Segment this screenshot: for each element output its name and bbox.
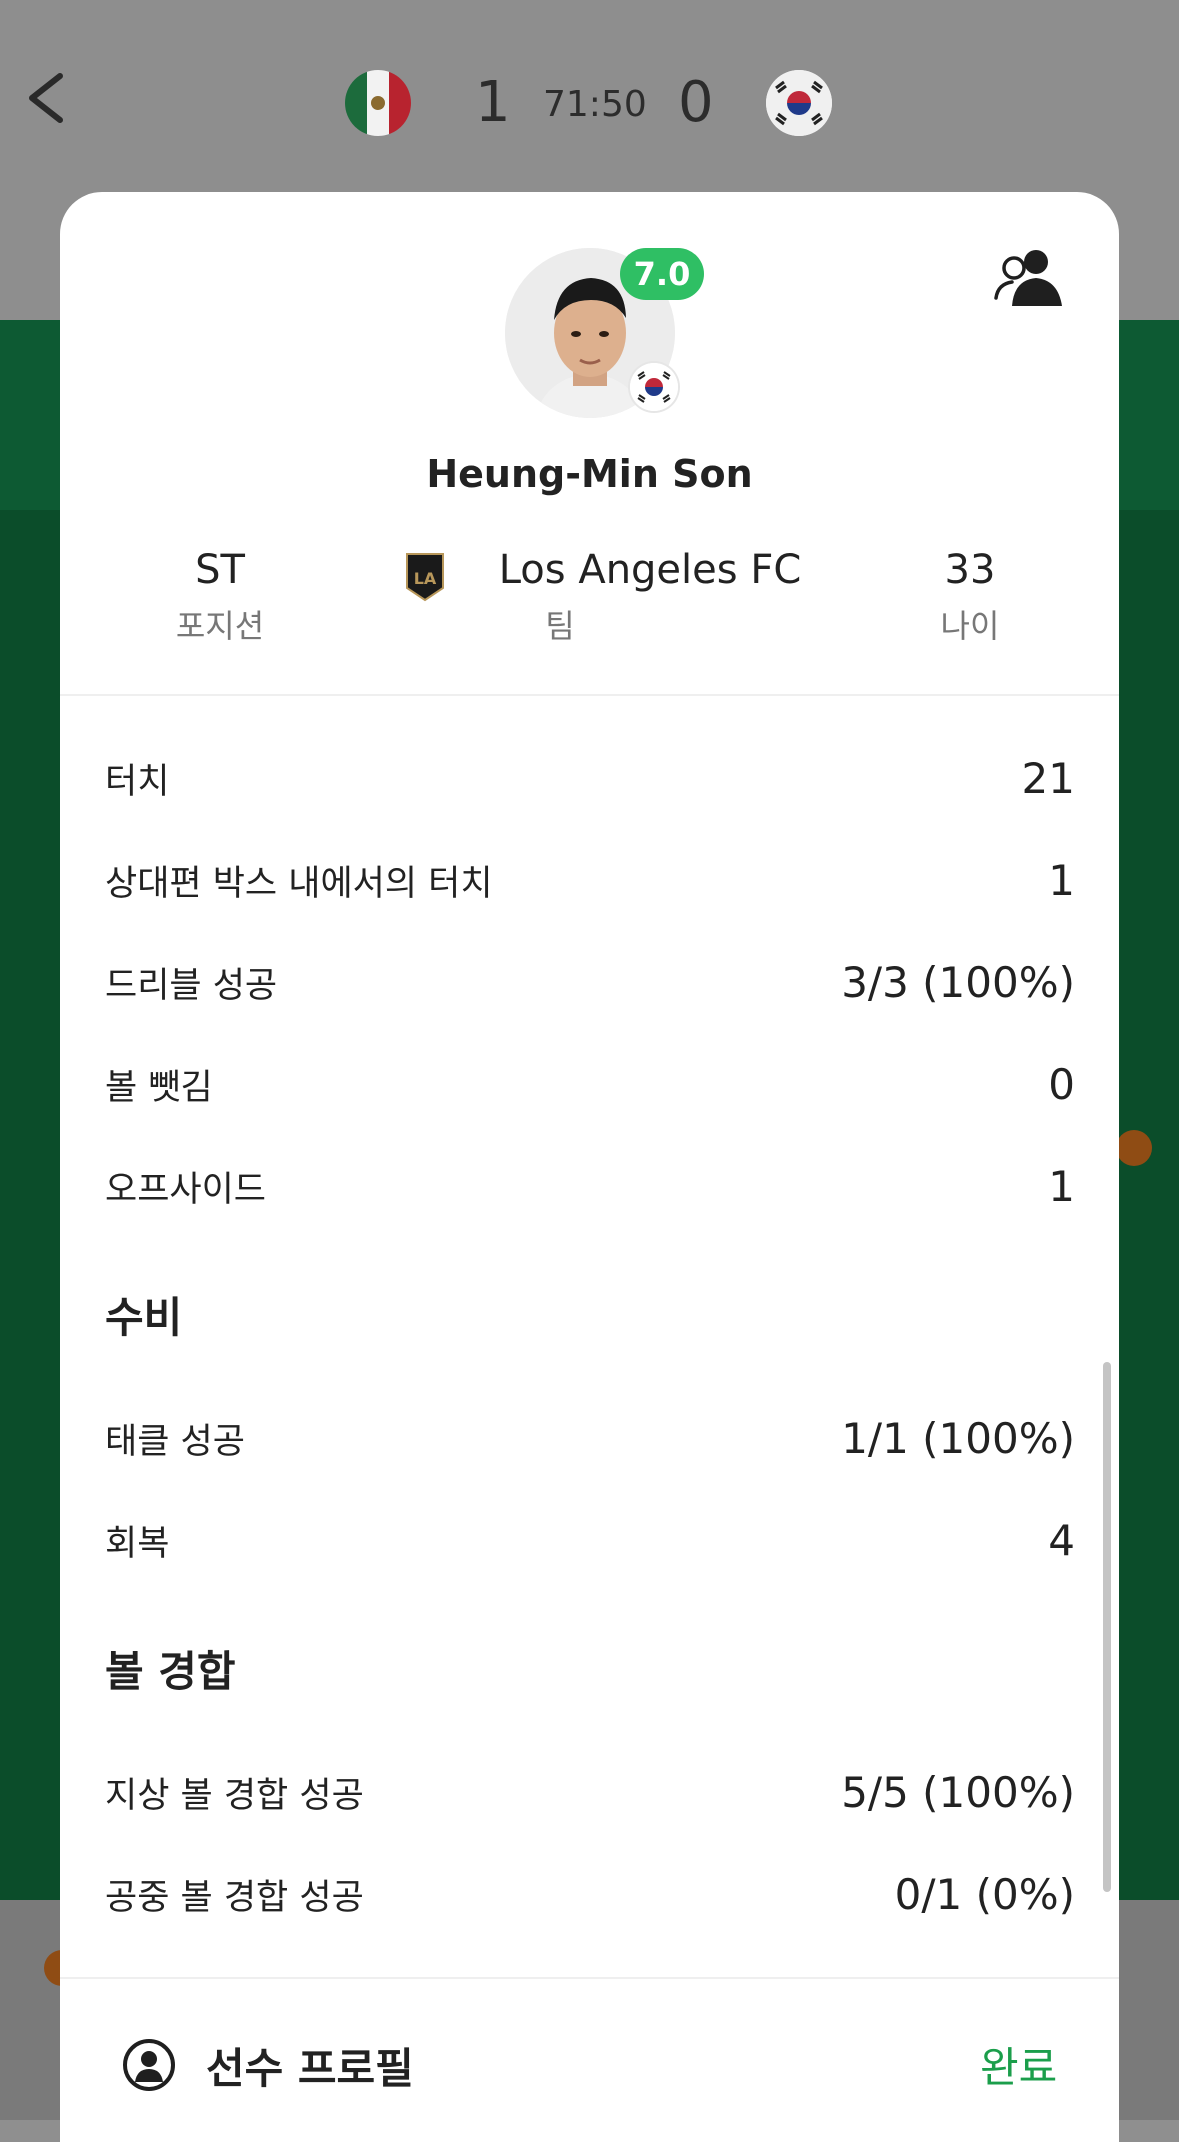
stat-value: 4 <box>1048 1515 1075 1565</box>
stat-value: 3/3 (100%) <box>841 957 1075 1007</box>
team-info[interactable]: Los Angeles FC 팀 <box>470 547 830 647</box>
player-profile-button[interactable]: 선수 프로필 <box>122 2032 414 2098</box>
stat-row: 터치 21 <box>105 748 1075 808</box>
lafc-logo-icon[interactable]: LA <box>405 552 445 602</box>
team-value: Los Angeles FC <box>498 547 802 593</box>
stat-row: 회복 4 <box>105 1510 1075 1570</box>
stat-row: 태클 성공 1/1 (100%) <box>105 1408 1075 1468</box>
team-label: 팀 <box>545 607 575 645</box>
player-profile-label: 선수 프로필 <box>206 2043 414 2093</box>
stat-row: 볼 뺏김 0 <box>105 1054 1075 1114</box>
stat-row: 오프사이드 1 <box>105 1156 1075 1216</box>
south-korea-flag-icon <box>766 70 832 136</box>
match-clock: 71:50 <box>543 84 647 125</box>
stat-label: 태클 성공 <box>105 1421 245 1462</box>
player-rating-badge: 7.0 <box>620 248 704 300</box>
stat-label: 회복 <box>105 1523 170 1564</box>
stat-label: 볼 뺏김 <box>105 1067 213 1108</box>
player-marker <box>1116 1130 1152 1166</box>
stat-row: 공중 볼 경합 성공 0/1 (0%) <box>105 1864 1075 1924</box>
age-info: 33 나이 <box>910 547 1030 647</box>
player-profile-switch-icon[interactable] <box>992 246 1068 310</box>
south-korea-flag-icon <box>630 363 678 411</box>
svg-text:LA: LA <box>414 569 437 588</box>
player-stats-sheet: 7.0 Heung-Min Son ST 포지션 LA Los Angeles … <box>60 192 1119 2142</box>
stat-label: 공중 볼 경합 성공 <box>105 1877 364 1918</box>
section-title-duels: 볼 경합 <box>105 1647 236 1696</box>
away-score: 0 <box>678 70 714 135</box>
section-title-defense: 수비 <box>105 1293 183 1342</box>
stat-row: 상대편 박스 내에서의 터치 1 <box>105 850 1075 910</box>
divider <box>60 1977 1119 1979</box>
stat-value: 0/1 (0%) <box>894 1869 1075 1919</box>
home-score: 1 <box>475 70 511 135</box>
back-arrow-icon[interactable] <box>20 68 80 128</box>
stat-value: 21 <box>1021 753 1075 803</box>
stat-row: 드리블 성공 3/3 (100%) <box>105 952 1075 1012</box>
scrollbar[interactable] <box>1103 1362 1111 1892</box>
position-value: ST <box>195 547 245 593</box>
age-value: 33 <box>944 547 996 593</box>
mexico-flag-icon <box>345 70 411 136</box>
stat-label: 지상 볼 경합 성공 <box>105 1775 364 1816</box>
stat-label: 터치 <box>105 761 170 802</box>
stat-label: 드리블 성공 <box>105 965 278 1006</box>
stat-value: 0 <box>1048 1059 1075 1109</box>
divider <box>60 694 1119 696</box>
stat-value: 1 <box>1048 1161 1075 1211</box>
done-button[interactable]: 완료 <box>980 2034 1057 2095</box>
stat-row: 지상 볼 경합 성공 5/5 (100%) <box>105 1762 1075 1822</box>
stat-value: 1/1 (100%) <box>841 1413 1075 1463</box>
stat-value: 1 <box>1048 855 1075 905</box>
person-circle-icon <box>123 2039 175 2091</box>
stat-label: 오프사이드 <box>105 1169 267 1210</box>
stat-value: 5/5 (100%) <box>841 1767 1075 1817</box>
age-label: 나이 <box>940 607 1000 645</box>
stat-label: 상대편 박스 내에서의 터치 <box>105 863 493 904</box>
player-name: Heung-Min Son <box>426 452 753 496</box>
